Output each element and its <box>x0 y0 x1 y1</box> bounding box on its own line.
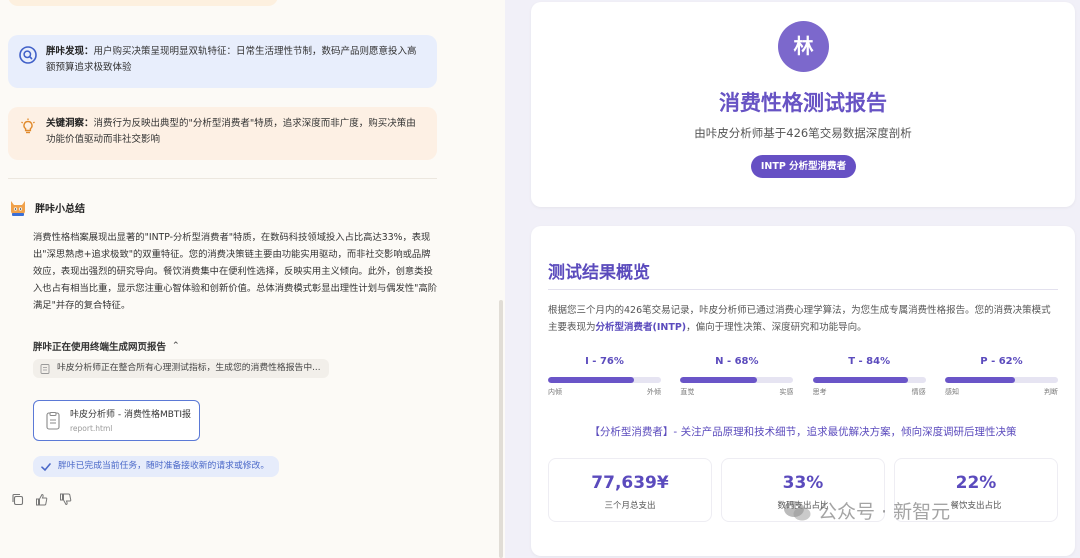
dimension-right-label: 判断 <box>1043 388 1058 396</box>
personality-badge: INTP 分析型消费者 <box>751 155 856 178</box>
copy-icon[interactable] <box>11 491 24 506</box>
tool-status-chip: 咔皮分析师正在整合所有心理测试指标，生成您的消费性格报告中... <box>33 359 329 378</box>
summary-body: 消费性格档案展现出显著的"INTP-分析型消费者"特质，在数码科技领域投入占比高… <box>33 232 438 311</box>
dimension-left-label: 直觉 <box>680 388 695 396</box>
tool-status-text: 咔皮分析师正在整合所有心理测试指标，生成您的消费性格报告中... <box>57 363 321 373</box>
section-title: 测试结果概览 <box>548 263 650 283</box>
discovery-text: 用户购买决策呈现明显双轨特征：日常生活理性节制，数码产品则愿意投入高额预算追求极… <box>46 46 417 73</box>
dimension-label: P - 62% <box>980 356 1023 367</box>
report-subtitle: 由咔皮分析师基于426笔交易数据深度剖析 <box>694 126 912 140</box>
insight-text: 消费行为反映出典型的"分析型消费者"特质，追求深度而非广度，购买决策由功能价值驱… <box>46 118 416 145</box>
desc-highlight: 分析型消费者(INTP) <box>595 322 687 333</box>
dimension-track <box>944 377 1058 383</box>
dimension-left-label: 内倾 <box>548 388 562 396</box>
report-header-card: 林 消费性格测试报告 由咔皮分析师基于426笔交易数据深度剖析 INTP 分析型… <box>531 2 1075 207</box>
stat-value: 77,639¥ <box>591 473 669 493</box>
divider <box>8 178 437 179</box>
dimension-right-label: 外倾 <box>647 388 661 396</box>
dimension-track <box>680 377 794 383</box>
document-icon <box>40 364 50 374</box>
summary-header: 胖咔小总结 <box>8 197 85 217</box>
dimension-label: N - 68% <box>715 356 759 367</box>
dimension-label: T - 84% <box>848 356 891 367</box>
dimension-bars: I - 76% 内倾 外倾 N - 68% 直觉 实感 T - 84% 思考 情感 P… <box>548 356 1058 397</box>
task-complete-text: 胖咔已完成当前任务，随时准备接收新的请求或修改。 <box>58 461 270 471</box>
watermark: 公众号 · 新智元 <box>782 497 950 524</box>
message-actions <box>11 491 72 506</box>
summary-title: 胖咔小总结 <box>35 203 85 215</box>
dimension-fill <box>680 377 758 383</box>
tool-usage-title: 胖咔正在使用终端生成网页报告 <box>33 342 167 353</box>
stat-value: 22% <box>955 473 997 493</box>
search-insight-icon <box>19 46 37 64</box>
watermark-text: 公众号 · 新智元 <box>818 501 951 523</box>
report-title: 消费性格测试报告 <box>719 91 887 115</box>
discovery-callout: 胖咔发现：用户购买决策呈现明显双轨特征：日常生活理性节制，数码产品则愿意投入高额… <box>8 35 437 88</box>
dimension-fill <box>548 377 634 383</box>
insight-label: 关键洞察： <box>46 118 94 129</box>
stat-label: 三个月总支出 <box>604 501 656 511</box>
file-path: report.html <box>70 424 113 433</box>
dimension-fill <box>812 377 908 383</box>
cat-avatar-icon <box>11 201 25 216</box>
discovery-label: 胖咔发现： <box>46 46 94 57</box>
dimension-right-label: 情感 <box>911 388 926 396</box>
dimension-pj: P - 62% 感知 判断 <box>944 356 1058 397</box>
dimension-ie: I - 76% 内倾 外倾 <box>548 356 661 397</box>
tool-usage-toggle[interactable]: 胖咔正在使用终端生成网页报告 ⌃ <box>33 339 180 353</box>
dimension-left-label: 感知 <box>944 388 959 396</box>
section-divider <box>548 289 1058 290</box>
type-description: 【分析型消费者】- 关注产品原理和技术细节，追求最优解决方案，倾向深度调研后理性… <box>589 426 1017 438</box>
stat-value: 33% <box>782 473 824 493</box>
section-description: 根据您三个月内的426笔交易记录，咔皮分析师已通过消费心理学算法，为您生成专属消… <box>548 302 1060 336</box>
thumbs-down-icon[interactable] <box>59 491 72 506</box>
stat-card-total: 77,639¥ 三个月总支出 <box>548 458 712 522</box>
wechat-icon <box>784 500 811 520</box>
file-icon <box>46 412 60 430</box>
desc-suffix: ，偏向于理性决策、深度研究和功能导向。 <box>686 322 867 333</box>
lightbulb-icon <box>21 118 35 134</box>
dimension-left-label: 思考 <box>812 388 827 396</box>
dimension-track <box>548 377 661 383</box>
dimension-tf: T - 84% 思考 情感 <box>812 356 926 397</box>
file-name: 咔皮分析师 - 消费性格MBTI报告 <box>70 410 191 420</box>
task-complete-chip: 胖咔已完成当前任务，随时准备接收新的请求或修改。 <box>33 456 280 477</box>
previous-callout-card <box>8 0 278 6</box>
dimension-fill <box>944 377 1016 383</box>
chevron-up-icon: ⌃ <box>172 341 180 351</box>
chat-panel: 胖咔发现：用户购买决策呈现明显双轨特征：日常生活理性节制，数码产品则愿意投入高额… <box>0 0 505 558</box>
file-card[interactable]: 咔皮分析师 - 消费性格MBTI报告 report.html <box>33 400 200 441</box>
dimension-ns: N - 68% 直觉 实感 <box>680 356 794 397</box>
avatar: 林 <box>778 21 829 72</box>
check-icon <box>41 463 51 472</box>
chat-scrollbar[interactable] <box>499 300 503 558</box>
dimension-track <box>812 377 926 383</box>
dimension-label: I - 76% <box>585 356 624 367</box>
thumbs-up-icon[interactable] <box>35 491 48 506</box>
dimension-right-label: 实感 <box>779 388 794 396</box>
insight-callout: 关键洞察：消费行为反映出典型的"分析型消费者"特质，追求深度而非广度，购买决策由… <box>8 107 437 160</box>
